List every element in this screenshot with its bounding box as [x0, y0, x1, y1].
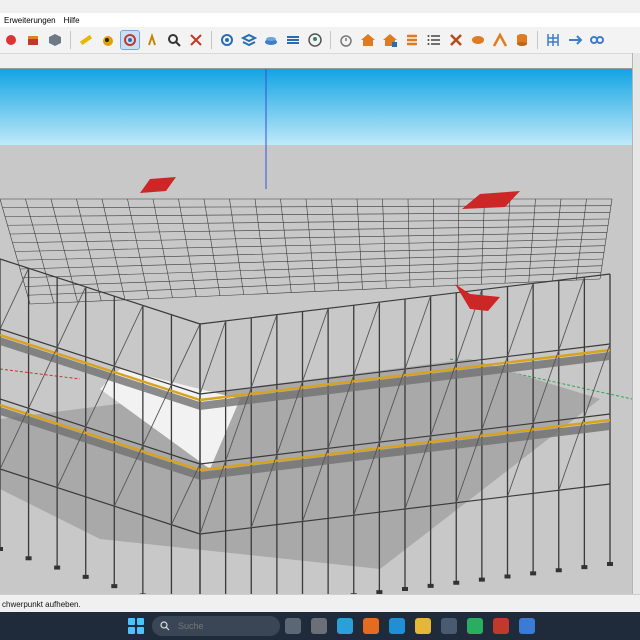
settings-icon[interactable]: [218, 31, 236, 49]
taskbar-search[interactable]: [152, 616, 280, 636]
base-plate: [581, 565, 588, 570]
menu-bar: Erweiterungen Hilfe: [0, 13, 640, 27]
stopwatch-icon[interactable]: [337, 31, 355, 49]
profile-icon[interactable]: [306, 31, 324, 49]
windows-start-icon[interactable]: [128, 618, 144, 634]
telegram-icon[interactable]: [337, 618, 353, 634]
house-plus-icon[interactable]: [381, 31, 399, 49]
sky-background: [0, 69, 632, 145]
base-plate: [607, 562, 613, 566]
sandbox-icon[interactable]: [262, 31, 280, 49]
base-plate: [427, 583, 434, 588]
red-tool-icon[interactable]: [2, 31, 20, 49]
base-plate: [402, 587, 408, 591]
base-plate: [82, 574, 89, 579]
move-icon[interactable]: [566, 31, 584, 49]
edge-icon[interactable]: [389, 618, 405, 634]
layers-icon[interactable]: [240, 31, 258, 49]
scaffold-icon[interactable]: [544, 31, 562, 49]
database-icon[interactable]: [513, 31, 531, 49]
toolbar-separator: [70, 31, 71, 49]
main-toolbar: [0, 27, 640, 54]
materials-icon[interactable]: [284, 31, 302, 49]
paint-icon[interactable]: [99, 31, 117, 49]
status-bar: chwerpunkt aufheben.: [0, 594, 640, 613]
app-icon[interactable]: [311, 618, 327, 634]
roof-icon[interactable]: [491, 31, 509, 49]
base-plate: [0, 547, 3, 551]
house-icon[interactable]: [359, 31, 377, 49]
box-icon[interactable]: [24, 31, 42, 49]
model-viewport[interactable]: [0, 68, 632, 595]
component-icon[interactable]: [46, 31, 64, 49]
measure-icon[interactable]: [77, 31, 95, 49]
tray-panel[interactable]: [632, 53, 640, 594]
zoom-extents-icon[interactable]: [187, 31, 205, 49]
whatsapp-icon[interactable]: [467, 618, 483, 634]
walk-icon[interactable]: [143, 31, 161, 49]
menu-item-erweiterungen[interactable]: Erweiterungen: [0, 16, 60, 25]
status-text: chwerpunkt aufheben.: [2, 599, 81, 609]
firefox-icon[interactable]: [363, 618, 379, 634]
base-plate: [453, 580, 460, 585]
base-plate: [504, 574, 511, 579]
task-view-icon[interactable]: [285, 618, 301, 634]
base-plate: [478, 577, 485, 582]
toolbar-separator: [537, 31, 538, 49]
file-explorer-icon[interactable]: [415, 618, 431, 634]
sketchup-icon[interactable]: [519, 618, 535, 634]
menu-item-hilfe[interactable]: Hilfe: [60, 16, 84, 25]
stack-icon[interactable]: [403, 31, 421, 49]
app-icon[interactable]: [441, 618, 457, 634]
base-plate: [54, 565, 61, 570]
base-plate: [555, 568, 562, 573]
list-icon[interactable]: [425, 31, 443, 49]
base-plate: [25, 556, 32, 561]
tag-icon[interactable]: [469, 31, 487, 49]
orbit-icon[interactable]: [120, 30, 140, 50]
toolbar-separator: [211, 31, 212, 49]
tools-icon[interactable]: [447, 31, 465, 49]
search-input[interactable]: [176, 620, 240, 632]
link-icon[interactable]: [588, 31, 606, 49]
app-icon[interactable]: [493, 618, 509, 634]
scaffold-scene[interactable]: [0, 69, 632, 595]
zoom-icon[interactable]: [165, 31, 183, 49]
base-plate: [530, 571, 537, 576]
search-icon: [160, 621, 170, 631]
windows-taskbar: [0, 612, 640, 640]
toolbar-separator: [330, 31, 331, 49]
base-plate: [111, 584, 118, 589]
